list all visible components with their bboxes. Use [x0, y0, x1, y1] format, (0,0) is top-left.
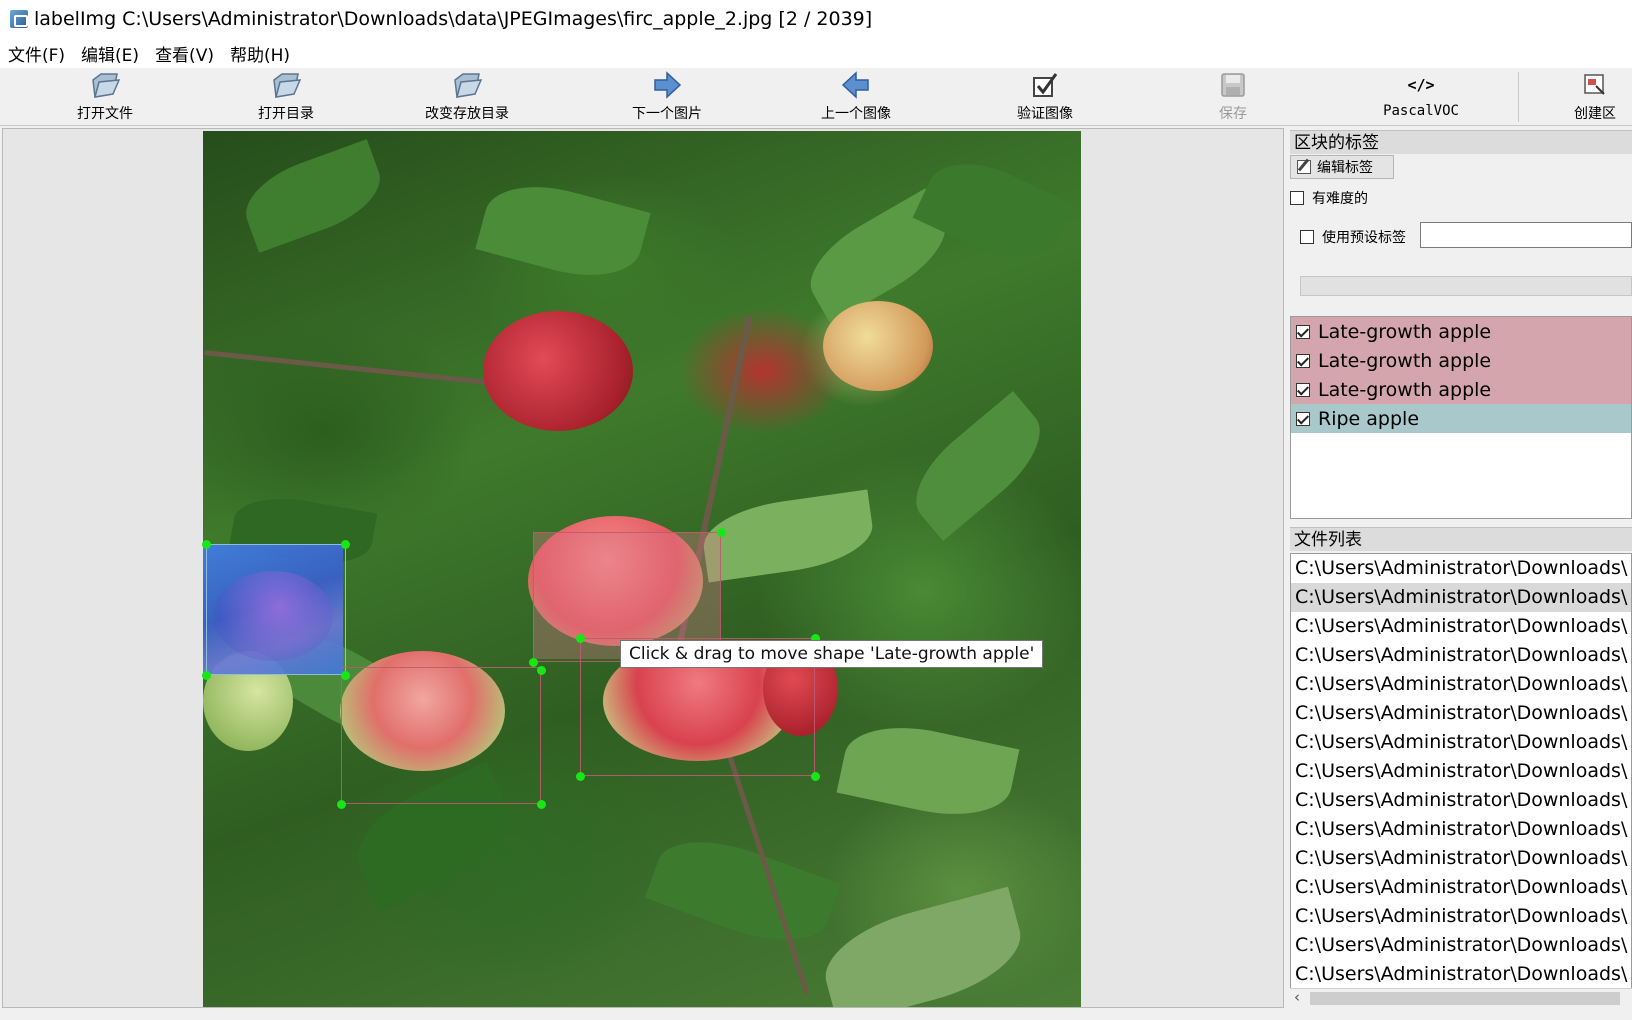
save-button[interactable]: 保存 — [1158, 68, 1308, 126]
prev-image-button[interactable]: 上一个图像 — [781, 68, 931, 126]
open-file-button[interactable]: 打开文件 — [30, 68, 180, 126]
bbox-corner-handle[interactable] — [576, 634, 585, 643]
file-list-horizontal-scrollbar[interactable]: ‹ — [1290, 988, 1632, 1008]
use-default-label-checkbox[interactable] — [1300, 230, 1314, 244]
label-visible-checkbox[interactable] — [1296, 324, 1310, 339]
next-image-button[interactable]: 下一个图片 — [592, 68, 742, 126]
leaf — [644, 822, 842, 960]
title-bar: labelImg C:\Users\Administrator\Download… — [0, 0, 1632, 38]
code-icon: </> — [1407, 76, 1435, 94]
use-default-label-row[interactable]: 使用预设标签 — [1300, 227, 1406, 247]
late-growth-bbox-2[interactable] — [341, 667, 541, 804]
window-title: labelImg C:\Users\Administrator\Download… — [34, 8, 873, 30]
leaf — [698, 489, 878, 583]
file-list-item[interactable]: C:\Users\Administrator\Downloads\ — [1291, 728, 1631, 757]
leaf — [235, 139, 391, 253]
leaf — [475, 171, 651, 291]
change-save-dir-button[interactable]: 改变存放目录 — [392, 68, 542, 126]
file-list-item[interactable]: C:\Users\Administrator\Downloads\ — [1291, 786, 1631, 815]
leaf — [836, 714, 1020, 828]
default-label-input[interactable] — [1420, 222, 1632, 248]
folder-icon — [89, 68, 121, 102]
bbox-corner-handle[interactable] — [202, 540, 211, 549]
label-visible-checkbox[interactable] — [1296, 411, 1310, 426]
bbox-corner-handle[interactable] — [537, 800, 546, 809]
menu-bar: 文件(F) 编辑(E) 查看(V) 帮助(H) — [0, 38, 1632, 68]
label-list[interactable]: Late-growth apple Late-growth apple Late… — [1290, 316, 1632, 519]
menu-edit[interactable]: 编辑(E) — [81, 41, 139, 66]
arrow-right-icon — [652, 68, 682, 102]
box-labels-panel-title: 区块的标签 — [1290, 130, 1632, 154]
labelimg-app-icon — [10, 10, 28, 28]
folder-icon — [270, 68, 302, 102]
edit-icon — [1297, 158, 1311, 174]
toolbar-separator — [1518, 72, 1519, 122]
file-list-panel-title: 文件列表 — [1290, 527, 1632, 551]
label-list-item[interactable]: Late-growth apple — [1291, 346, 1631, 375]
scroll-left-icon[interactable]: ‹ — [1294, 988, 1300, 1006]
checkbox-icon — [1031, 68, 1059, 102]
leaf — [912, 145, 1074, 277]
apple — [483, 311, 633, 431]
status-bar — [0, 1008, 1632, 1020]
floppy-disk-icon — [1219, 68, 1247, 102]
ripe-apple-bbox[interactable] — [206, 544, 346, 675]
menu-help[interactable]: 帮助(H) — [230, 41, 290, 66]
file-list-item[interactable]: C:\Users\Administrator\Downloads\ — [1291, 757, 1631, 786]
arrow-left-icon — [841, 68, 871, 102]
difficult-checkbox-row[interactable]: 有难度的 — [1290, 188, 1368, 208]
edit-label-button[interactable]: 编辑标签 — [1290, 155, 1394, 179]
bbox-corner-handle[interactable] — [341, 540, 350, 549]
verify-image-button[interactable]: 验证图像 — [970, 68, 1120, 126]
file-list-item[interactable]: C:\Users\Administrator\Downloads\ — [1291, 902, 1631, 931]
label-list-item[interactable]: Ripe apple — [1291, 404, 1631, 433]
bbox-corner-handle[interactable] — [811, 772, 820, 781]
leaf — [814, 886, 1032, 1007]
file-list-item[interactable]: C:\Users\Administrator\Downloads\ — [1291, 960, 1631, 989]
label-list-item[interactable]: Late-growth apple — [1291, 317, 1631, 346]
file-list-item[interactable]: C:\Users\Administrator\Downloads\ — [1291, 931, 1631, 960]
label-visible-checkbox[interactable] — [1296, 353, 1310, 368]
format-pascalvoc-button[interactable]: </> PascalVOC — [1346, 68, 1496, 126]
leaf — [898, 390, 1058, 542]
file-list-item[interactable]: C:\Users\Administrator\Downloads\ — [1291, 641, 1631, 670]
tooltip: Click & drag to move shape 'Late-growth … — [620, 640, 1044, 668]
bbox-corner-handle[interactable] — [537, 666, 546, 675]
file-list-item-selected[interactable]: C:\Users\Administrator\Downloads\ — [1291, 583, 1631, 612]
file-list-item[interactable]: C:\Users\Administrator\Downloads\ — [1291, 612, 1631, 641]
file-list-item[interactable]: C:\Users\Administrator\Downloads\ — [1291, 844, 1631, 873]
open-dir-button[interactable]: 打开目录 — [211, 68, 361, 126]
file-list-item[interactable]: C:\Users\Administrator\Downloads\ — [1291, 554, 1631, 583]
create-rect-icon — [1582, 68, 1608, 102]
label-combo-box[interactable] — [1300, 276, 1632, 296]
file-list[interactable]: C:\Users\Administrator\Downloads\ C:\Use… — [1290, 553, 1632, 1008]
difficult-checkbox[interactable] — [1290, 191, 1304, 205]
scrollbar-thumb[interactable] — [1310, 992, 1620, 1005]
bbox-corner-handle[interactable] — [576, 772, 585, 781]
label-list-item[interactable]: Late-growth apple — [1291, 375, 1631, 404]
file-list-item[interactable]: C:\Users\Administrator\Downloads\ — [1291, 670, 1631, 699]
bbox-corner-handle[interactable] — [341, 671, 350, 680]
bbox-corner-handle[interactable] — [529, 658, 538, 667]
bbox-corner-handle[interactable] — [202, 671, 211, 680]
file-list-item[interactable]: C:\Users\Administrator\Downloads\ — [1291, 699, 1631, 728]
bbox-corner-handle[interactable] — [337, 800, 346, 809]
toolbar: 打开文件 打开目录 改变存放目录 下一个图片 上一个图像 验证图像 保存 </>… — [0, 68, 1632, 126]
file-list-item[interactable]: C:\Users\Administrator\Downloads\ — [1291, 873, 1631, 902]
folder-icon — [451, 68, 483, 102]
file-list-item[interactable]: C:\Users\Administrator\Downloads\ — [1291, 815, 1631, 844]
create-box-button[interactable]: 创建区 — [1540, 68, 1632, 126]
bbox-corner-handle[interactable] — [717, 528, 726, 537]
menu-file[interactable]: 文件(F) — [8, 41, 65, 66]
menu-view[interactable]: 查看(V) — [155, 41, 214, 66]
apple — [823, 301, 933, 391]
label-visible-checkbox[interactable] — [1296, 382, 1310, 397]
